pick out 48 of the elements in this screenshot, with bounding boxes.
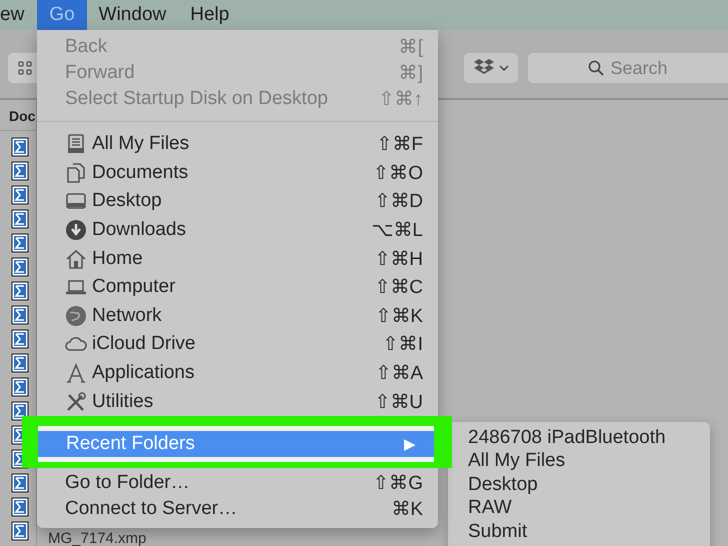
download-icon <box>65 219 87 242</box>
menu-item[interactable]: Computer ⇧⌘C <box>37 272 438 302</box>
menu-bar-item[interactable]: Window <box>86 0 178 30</box>
document-icon[interactable] <box>11 473 29 493</box>
document-icon[interactable] <box>11 209 29 229</box>
menu-item[interactable]: Applications ⇧⌘A <box>37 358 438 388</box>
menu-item[interactable]: Documents ⇧⌘O <box>37 158 438 188</box>
document-icon[interactable] <box>11 497 29 517</box>
document-icon[interactable] <box>11 305 29 325</box>
search-placeholder: Search <box>610 58 668 78</box>
submenu-item[interactable]: 2486708 iPadBluetooth <box>468 426 710 450</box>
document-icon[interactable] <box>11 353 29 373</box>
menu-bar-item[interactable]: ew <box>0 0 38 30</box>
menu-item[interactable]: Downloads ⌥⌘L <box>37 216 438 244</box>
document-icon[interactable] <box>11 329 29 349</box>
chevron-down-icon <box>499 64 509 72</box>
letter-a-shape-icon <box>65 362 87 384</box>
menu-item[interactable]: Connect to Server… ⌘K <box>37 496 438 522</box>
submenu-item[interactable]: All My Files <box>468 450 710 473</box>
menu-bar-item[interactable]: Help <box>178 0 242 30</box>
submenu-item[interactable]: RAW <box>468 496 710 520</box>
submenu-item[interactable]: Desktop <box>468 473 710 496</box>
documents-icon <box>65 162 87 184</box>
document-icon[interactable] <box>11 521 29 541</box>
document-icon[interactable] <box>11 185 29 205</box>
menu-item[interactable]: Network ⇧⌘K <box>37 302 438 330</box>
column-header[interactable]: Doc <box>0 100 36 131</box>
menu-item[interactable]: Go to Folder… ⇧⌘G <box>37 470 438 496</box>
document-icon[interactable] <box>11 377 29 397</box>
menu-item[interactable]: Home ⇧⌘H <box>37 244 438 273</box>
document-icon[interactable] <box>11 137 29 157</box>
document-icon[interactable] <box>11 233 29 253</box>
house-icon <box>65 248 87 270</box>
search-icon <box>588 60 604 76</box>
menu-item[interactable]: Utilities ⇧⌘U <box>37 387 438 416</box>
dropbox-button[interactable] <box>464 53 518 83</box>
document-icon[interactable] <box>11 281 29 301</box>
grid-icon <box>18 61 32 75</box>
document-icon[interactable] <box>11 401 29 421</box>
document-icon[interactable] <box>11 161 29 181</box>
submenu-item[interactable]: Submit <box>468 520 710 544</box>
document-icon[interactable] <box>11 257 29 277</box>
menu-item[interactable]: Desktop ⇧⌘D <box>37 187 438 216</box>
menu-item[interactable]: iCloud Drive ⇧⌘I <box>37 330 438 359</box>
file-name[interactable]: MG_7174.xmp <box>48 530 146 546</box>
tray-icon <box>65 133 87 156</box>
menu-item[interactable]: All My Files ⇧⌘F <box>37 130 438 159</box>
tools-icon <box>65 390 87 413</box>
